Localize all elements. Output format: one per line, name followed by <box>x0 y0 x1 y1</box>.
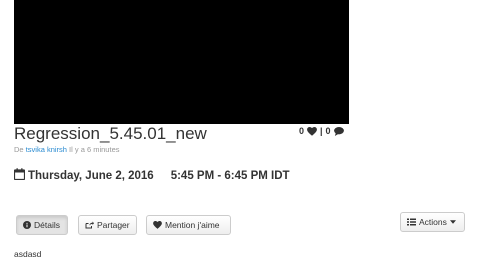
event-byline: De tsvika knirsh Il y a 6 minutes <box>14 145 120 155</box>
caret-down-icon <box>449 220 456 224</box>
likes-count: 0 <box>299 126 305 136</box>
author-link[interactable]: tsvika knirsh <box>26 145 67 154</box>
heart-icon <box>307 127 317 136</box>
event-description: asdasd <box>14 249 42 259</box>
like-button-label: Mention j'aime <box>165 220 220 230</box>
calendar-icon <box>13 168 26 184</box>
video-player[interactable] <box>14 0 349 124</box>
share-button-label: Partager <box>97 220 130 230</box>
stats-separator: | <box>320 126 323 136</box>
details-button[interactable]: Détails <box>16 215 68 235</box>
details-button-label: Détails <box>34 220 60 230</box>
share-icon <box>85 221 94 229</box>
actions-dropdown-button[interactable]: Actions <box>400 212 465 232</box>
info-circle-icon <box>23 221 31 229</box>
share-button[interactable]: Partager <box>78 215 137 235</box>
time-ago: Il y a 6 minutes <box>69 145 120 154</box>
comment-icon <box>333 127 344 136</box>
heart-icon <box>153 221 162 229</box>
event-datetime: Thursday, June 2, 2016 5:45 PM - 6:45 PM… <box>13 168 290 184</box>
event-date: Thursday, June 2, 2016 <box>28 170 154 182</box>
like-button[interactable]: Mention j'aime <box>146 215 231 235</box>
event-page: Regression_5.45.01_new 0 | 0 De tsvika k… <box>0 0 478 269</box>
list-icon <box>407 218 416 226</box>
event-title: Regression_5.45.01_new <box>14 124 207 143</box>
comments-count: 0 <box>325 126 331 136</box>
byline-prefix: De <box>14 145 24 154</box>
actions-button-label: Actions <box>419 217 447 227</box>
event-stats: 0 | 0 <box>299 126 344 137</box>
event-time-range: 5:45 PM - 6:45 PM IDT <box>170 170 290 182</box>
